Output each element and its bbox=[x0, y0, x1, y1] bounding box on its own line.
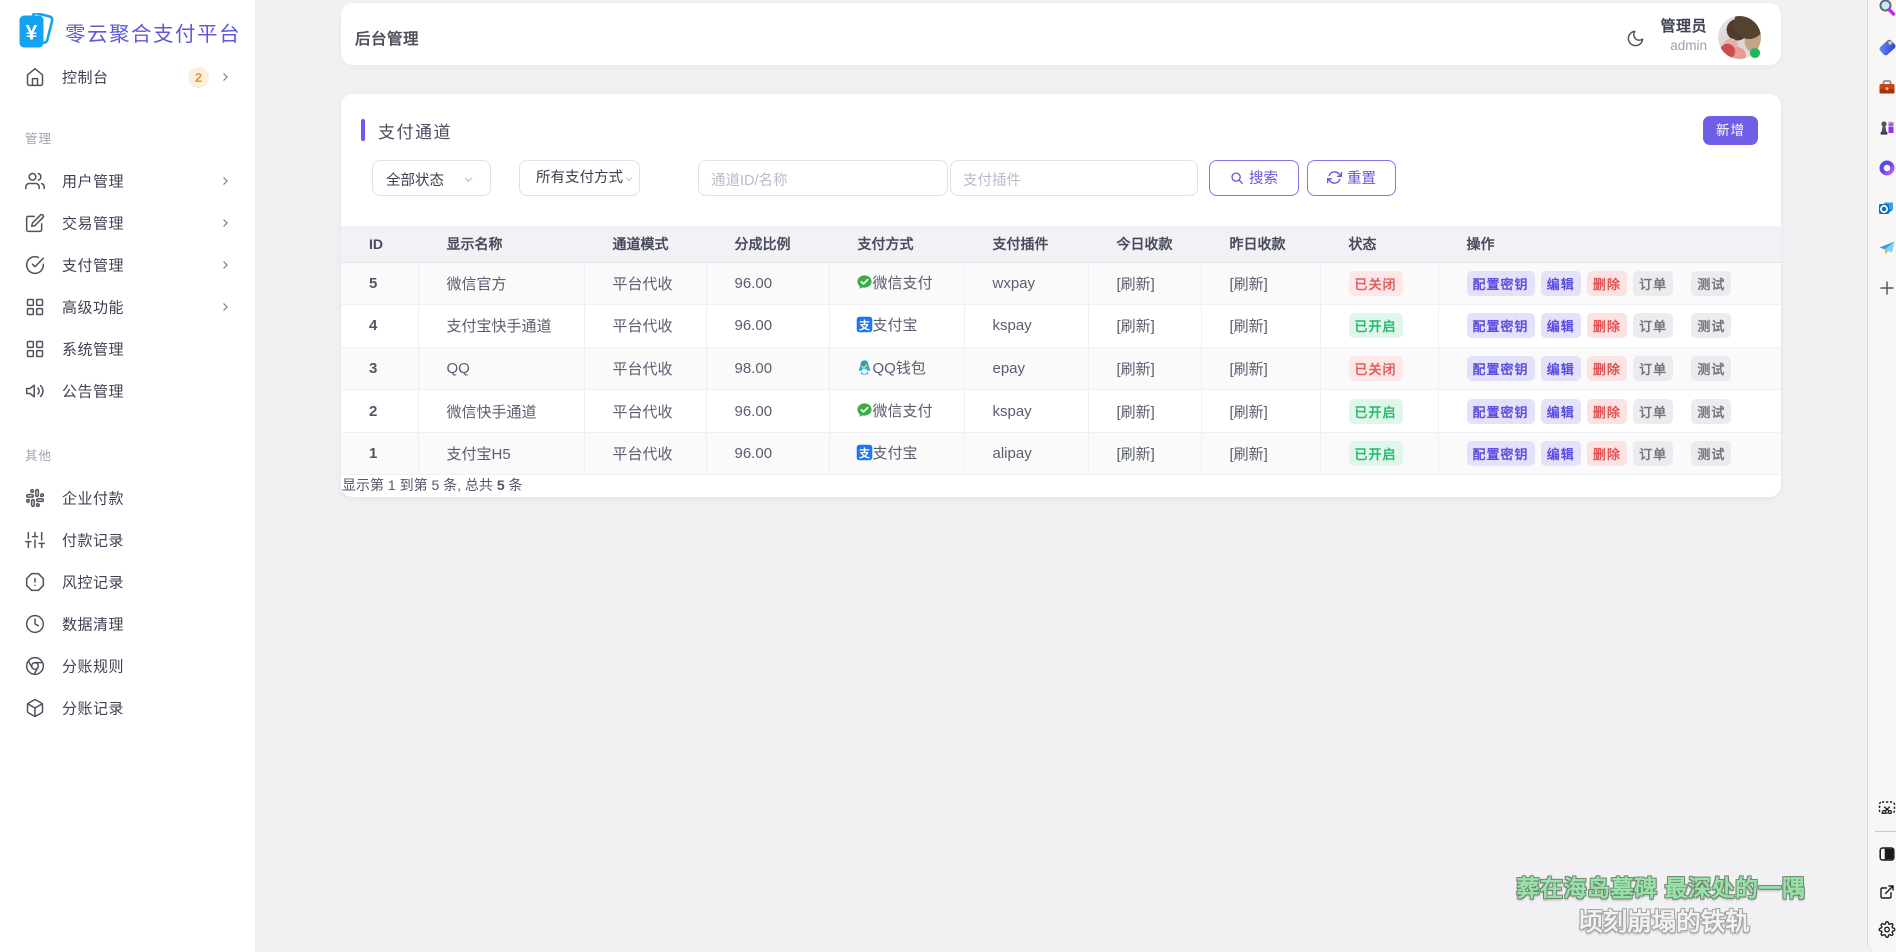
svg-text:¥: ¥ bbox=[26, 22, 38, 45]
svg-text:支: 支 bbox=[858, 318, 871, 332]
svg-text:支: 支 bbox=[858, 446, 871, 460]
